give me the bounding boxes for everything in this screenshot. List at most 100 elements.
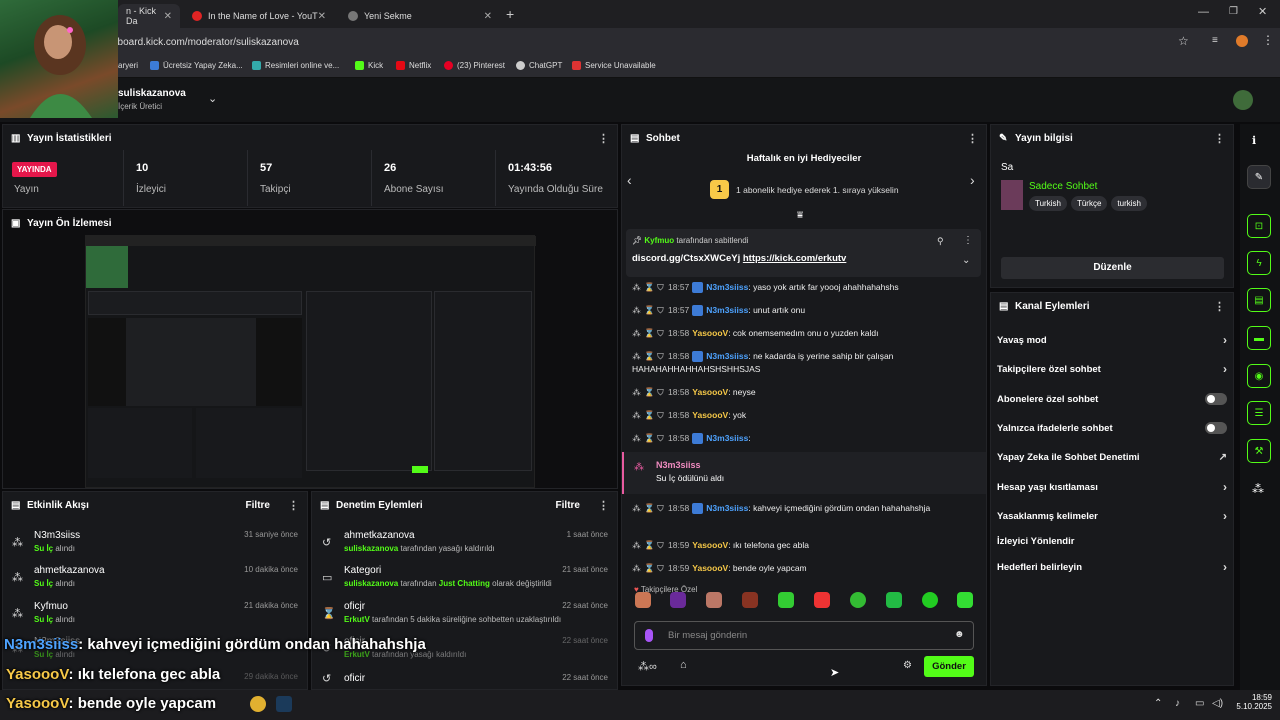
user-avatar[interactable] [1233, 90, 1253, 110]
hourglass-icon[interactable]: ⌛ [644, 304, 655, 317]
hourglass-icon[interactable]: ⌛ [644, 327, 655, 340]
info-icon[interactable]: ℹ [1252, 134, 1256, 147]
bookmark-item[interactable]: Ücretsiz Yapay Zeka... [150, 61, 243, 70]
message-user[interactable]: YasoooV [692, 410, 728, 420]
message-user[interactable]: N3m3siiss [706, 433, 748, 443]
hourglass-icon[interactable]: ⌛ [644, 350, 655, 363]
send-button[interactable]: Gönder [924, 656, 974, 677]
profile-icon[interactable] [1236, 35, 1248, 47]
bookmark-item[interactable]: Resimleri online ve... [252, 61, 339, 70]
slow-mode-row[interactable]: Yavaş mod › [997, 330, 1227, 350]
emote[interactable] [814, 592, 830, 608]
message-user[interactable]: YasoooV [692, 540, 728, 550]
hourglass-icon[interactable]: ⌛ [644, 539, 655, 552]
message-user[interactable]: YasoooV [692, 328, 728, 338]
pin-toggle-icon[interactable]: ⚲ [937, 236, 944, 247]
panel-menu-icon[interactable]: ⋮ [1214, 300, 1225, 313]
emote[interactable] [886, 592, 902, 608]
ai-moderation-row[interactable]: Yapay Zeka ile Sohbet Denetimi ↗ [997, 447, 1227, 467]
microphone-icon[interactable]: ♪ [1175, 698, 1180, 709]
bookmark-star-icon[interactable]: ☆ [1178, 34, 1189, 48]
message-user[interactable]: N3m3siiss [706, 351, 748, 361]
emote[interactable] [670, 592, 686, 608]
panel-menu-icon[interactable]: ⋮ [967, 132, 978, 145]
banned-words-row[interactable]: Yasaklanmış kelimeler › [997, 506, 1227, 526]
bookmark-item[interactable]: Kick [355, 61, 383, 70]
close-window-icon[interactable]: ✕ [1258, 5, 1267, 18]
points-icon[interactable]: ⁂∞ [638, 660, 657, 673]
message-user[interactable]: N3m3siiss [706, 282, 748, 292]
emote[interactable] [922, 592, 938, 608]
media-icon[interactable]: ≡ [1212, 35, 1218, 46]
chat-bubble-icon[interactable]: ▬ [1247, 326, 1271, 350]
emote[interactable] [778, 592, 794, 608]
account-age-row[interactable]: Hesap yaşı kısıtlaması › [997, 477, 1227, 497]
message-user[interactable]: YasoooV [692, 563, 728, 573]
shield-icon[interactable]: ⛉ [656, 562, 665, 575]
chat-input[interactable]: Bir mesaj gönderin ☻ [634, 621, 974, 650]
shield-icon[interactable]: ⛉ [656, 409, 665, 422]
filter-button[interactable]: Filtre [556, 500, 580, 511]
set-goals-row[interactable]: Hedefleri belirleyin › [997, 557, 1227, 577]
shield-icon[interactable]: ⛉ [656, 350, 665, 363]
hourglass-icon[interactable]: ⌛ [644, 502, 655, 515]
store-icon[interactable]: ⌂ [680, 659, 687, 671]
volume-icon[interactable]: ◁) [1212, 698, 1223, 709]
host-viewers-row[interactable]: İzleyici Yönlendir [997, 531, 1227, 551]
bookmark-item[interactable]: ChatGPT [516, 61, 562, 70]
edit-button[interactable]: Düzenle [1001, 257, 1224, 279]
followers-only-row[interactable]: Takipçilere özel sohbet › [997, 359, 1227, 379]
emotes-only-toggle[interactable] [1205, 422, 1227, 434]
tag[interactable]: Turkish [1029, 196, 1067, 211]
panel-menu-icon[interactable]: ⋮ [288, 499, 299, 512]
edit-icon[interactable]: ✎ [1247, 165, 1271, 189]
stream-preview-video[interactable] [85, 235, 536, 488]
panel-menu-icon[interactable]: ⋮ [598, 499, 609, 512]
filter-icon[interactable]: ⩸ [797, 210, 803, 221]
activity-user[interactable]: ahmetkazanova [34, 565, 105, 576]
chevron-left-icon[interactable]: ‹ [627, 172, 632, 188]
activity-user[interactable]: N3m3siiss [34, 530, 80, 541]
moderation-target[interactable]: oficir [344, 673, 365, 684]
emote[interactable] [706, 592, 722, 608]
pinned-link[interactable]: https://kick.com/erkutv [743, 253, 846, 264]
tab-new[interactable]: Yeni Sekme ✕ [340, 4, 500, 28]
url-field[interactable]: hboard.kick.com/moderator/suliskazanova [112, 33, 299, 51]
panel-menu-icon[interactable]: ⋮ [1214, 132, 1225, 145]
moderation-target[interactable]: ahmetkazanova [344, 530, 415, 541]
settings-gear-icon[interactable]: ⚙ [903, 660, 912, 671]
message-user[interactable]: YasoooV [692, 387, 728, 397]
emote[interactable] [957, 592, 973, 608]
moderation-target[interactable]: oficjr [344, 601, 365, 612]
emote[interactable] [742, 592, 758, 608]
pinned-by-user[interactable]: Kyfmuo [644, 236, 674, 245]
hourglass-icon[interactable]: ⌛ [644, 562, 655, 575]
rewards-icon[interactable]: ⁂ [1252, 482, 1264, 496]
bookmark-item[interactable]: Service Unavailable [572, 61, 656, 70]
bookmark-item[interactable]: (23) Pinterest [444, 61, 505, 70]
hourglass-icon[interactable]: ⌛ [644, 409, 655, 422]
moderation-target[interactable]: Kategori [344, 565, 381, 576]
stream-category[interactable]: Sadece Sohbet [1029, 181, 1097, 192]
hourglass-icon[interactable]: ⌛ [644, 281, 655, 294]
panel-menu-icon[interactable]: ⋮ [598, 132, 609, 145]
message-user[interactable]: N3m3siiss [706, 503, 748, 513]
steam-taskbar-icon[interactable] [276, 696, 292, 712]
emote[interactable] [850, 592, 866, 608]
menu-kebab-icon[interactable]: ⋮ [1262, 33, 1274, 47]
maximize-icon[interactable]: ❐ [1229, 6, 1238, 17]
close-tab-icon[interactable]: ✕ [484, 11, 492, 22]
emoji-icon[interactable]: ☻ [954, 629, 965, 640]
taskbar-clock[interactable]: 18:59 5.10.2025 [1232, 693, 1272, 711]
bookmark-item[interactable]: Netflix [396, 61, 431, 70]
lightning-icon[interactable]: ϟ [1247, 251, 1271, 275]
close-tab-icon[interactable]: ✕ [318, 11, 326, 22]
wrench-icon[interactable]: ⚒ [1247, 439, 1271, 463]
minimize-icon[interactable]: — [1198, 6, 1209, 18]
tab-kick-dashboard[interactable]: n - Kick Da ✕ [118, 4, 180, 28]
chevron-down-icon[interactable]: ⌄ [962, 255, 970, 266]
chevron-right-icon[interactable]: › [970, 172, 975, 188]
shield-icon[interactable]: ⛉ [656, 386, 665, 399]
subscribers-only-toggle[interactable] [1205, 393, 1227, 405]
target-icon[interactable]: ⊡ [1247, 214, 1271, 238]
